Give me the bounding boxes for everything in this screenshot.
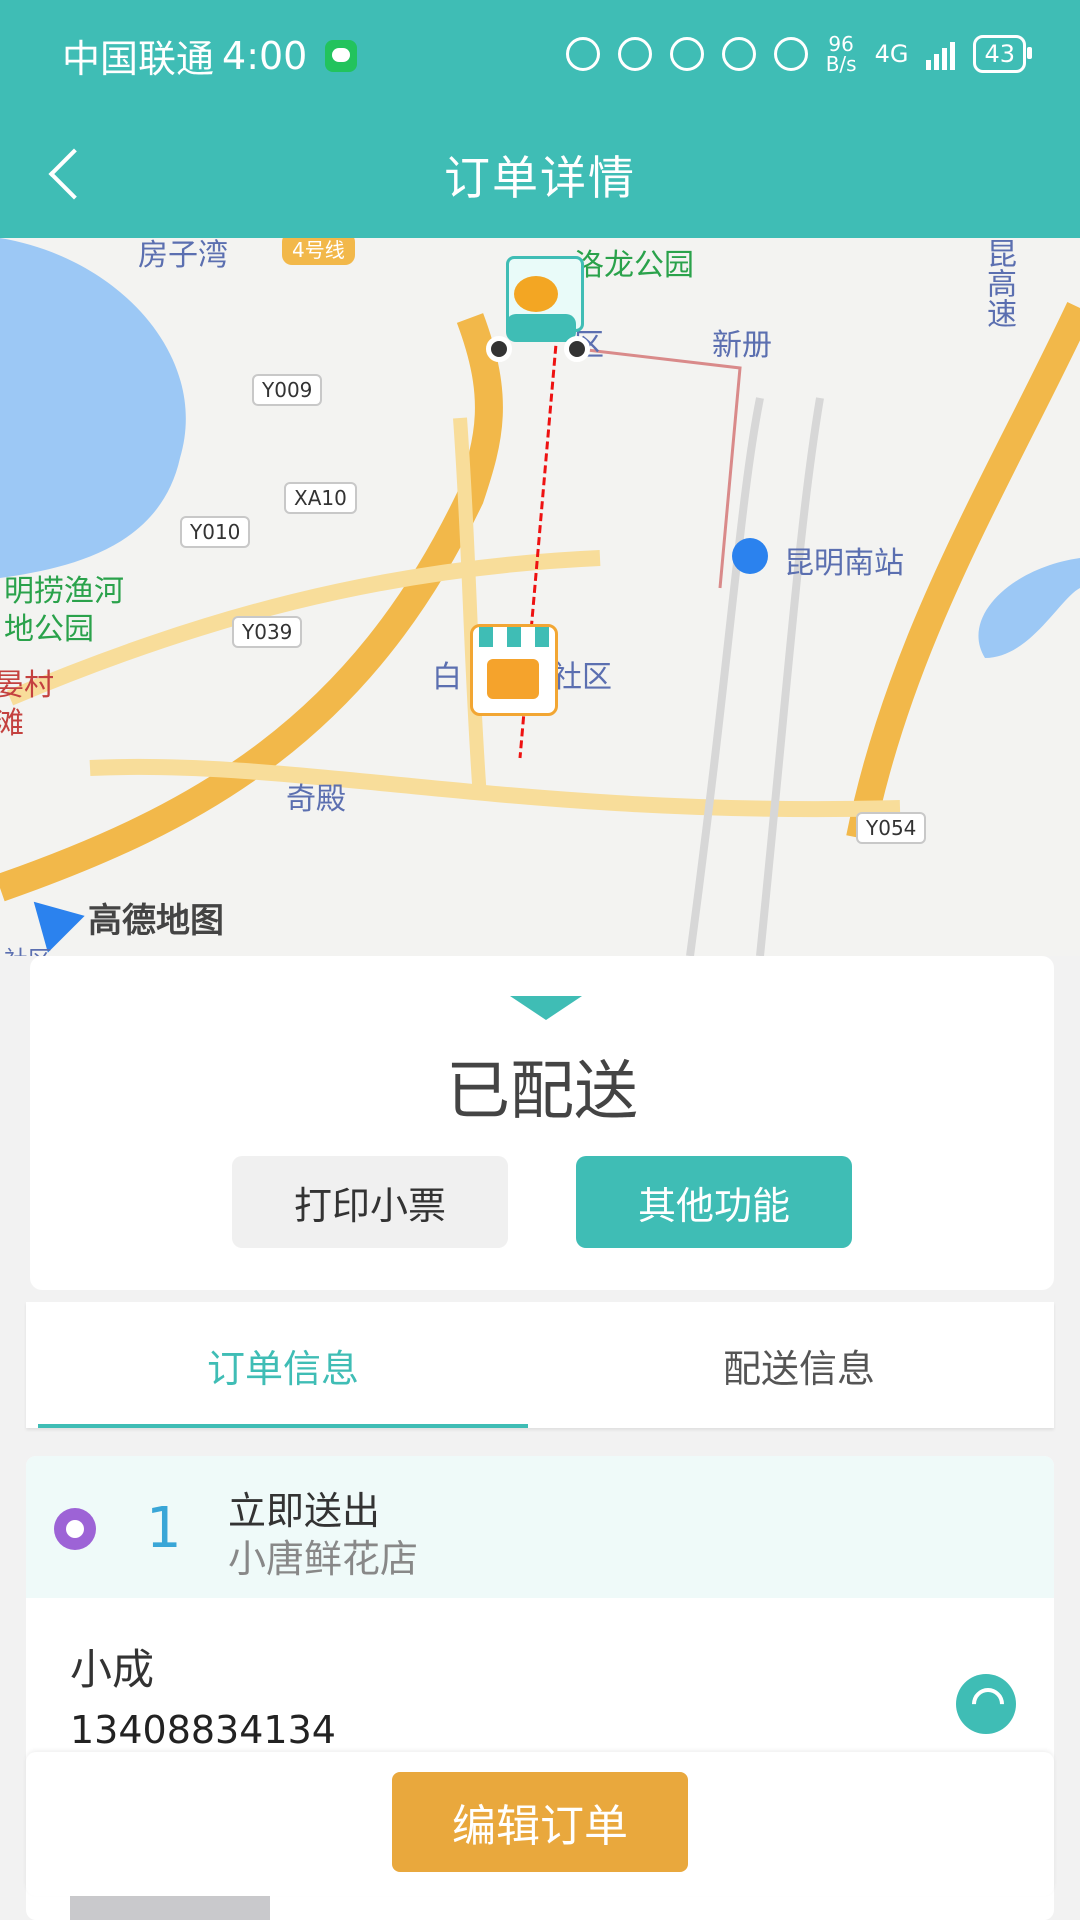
wechat-icon xyxy=(325,39,358,72)
edit-order-button[interactable]: 编辑订单 xyxy=(392,1772,688,1872)
order-number: 1 xyxy=(146,1496,182,1561)
scooter-body xyxy=(506,314,576,342)
scooter-wheel-front xyxy=(486,336,512,362)
tab-delivery-info[interactable]: 配送信息 xyxy=(554,1302,1044,1428)
shop-name: 小唐鲜花店 xyxy=(228,1537,419,1581)
network-type: 4G xyxy=(874,40,909,68)
highway-label: 昆高速 xyxy=(981,238,1016,328)
status-right: 96 B/s 4G 43 xyxy=(565,32,1032,76)
delivery-map[interactable]: 4号线 房子湾 洛龙公园 区 新册 昆高速 昆明南站 明捞渔河 地公园 晏村 滩… xyxy=(0,238,1080,956)
bluetooth-icon xyxy=(721,37,756,71)
fangziwan-label: 房子湾 xyxy=(138,238,228,273)
road-y010: Y010 xyxy=(180,516,251,548)
rider-marker[interactable] xyxy=(486,256,590,376)
delivery-status: 已配送 xyxy=(446,1055,638,1129)
customer-name: 小成 xyxy=(70,1645,155,1694)
bai-label: 白 xyxy=(432,660,462,695)
station-label: 昆明南站 xyxy=(784,546,904,581)
bottom-action-bar: 编辑订单 xyxy=(26,1752,1054,1896)
tan-label: 滩 xyxy=(0,706,24,741)
alarm-icon xyxy=(669,37,704,71)
road-xa10: XA10 xyxy=(284,482,357,514)
net-speed: 96 B/s xyxy=(825,32,857,76)
road-y009: Y009 xyxy=(252,374,323,406)
store-awning xyxy=(479,627,549,647)
train-station-icon xyxy=(732,538,768,574)
nfc-icon xyxy=(617,37,652,71)
xince-label: 新册 xyxy=(712,328,772,363)
road-y039: Y039 xyxy=(232,616,303,648)
signal-icon xyxy=(926,38,956,70)
flower-icon xyxy=(54,1508,96,1550)
line-4-label: 4号线 xyxy=(282,238,355,265)
status-bar: 中国联通 4:00 96 B/s 4G 43 xyxy=(0,0,1080,108)
page-title: 订单详情 xyxy=(444,151,636,205)
app-header: 订单详情 xyxy=(0,108,1080,238)
time: 4:00 xyxy=(222,33,308,78)
tab-order-info[interactable]: 订单信息 xyxy=(38,1302,528,1428)
park-label-2: 地公园 xyxy=(4,612,94,647)
eye-icon xyxy=(565,37,600,71)
qidian-label: 奇殿 xyxy=(286,782,346,817)
order-type: 立即送出 xyxy=(228,1489,381,1533)
map-logo: 高德地图 xyxy=(15,882,224,953)
community-label: 社区 xyxy=(552,660,612,695)
road-y054: Y054 xyxy=(856,812,927,844)
mute-icon xyxy=(773,37,808,71)
active-tab-underline xyxy=(38,1424,528,1428)
customer-phone: 13408834134 xyxy=(70,1708,336,1752)
store-marker[interactable] xyxy=(470,624,558,716)
phone-call-icon[interactable] xyxy=(956,1674,1016,1734)
order-header: 1 立即送出 小唐鲜花店 xyxy=(26,1456,1054,1598)
info-tabs: 订单信息 配送信息 xyxy=(26,1302,1054,1428)
card-pointer xyxy=(510,996,582,1020)
carrier: 中国联通 xyxy=(62,37,215,81)
area-bottom-label: 社区 xyxy=(4,940,52,956)
other-functions-button[interactable]: 其他功能 xyxy=(576,1156,852,1248)
print-receipt-button[interactable]: 打印小票 xyxy=(232,1156,508,1248)
battery-icon: 43 xyxy=(973,35,1032,73)
status-card: 已配送 打印小票 其他功能 xyxy=(30,956,1054,1290)
scooter-wheel-back xyxy=(564,336,590,362)
store-icon xyxy=(487,659,539,699)
status-left: 中国联通 4:00 xyxy=(62,28,358,83)
park-label: 洛龙公园 xyxy=(574,248,694,283)
rider-head xyxy=(514,276,558,312)
